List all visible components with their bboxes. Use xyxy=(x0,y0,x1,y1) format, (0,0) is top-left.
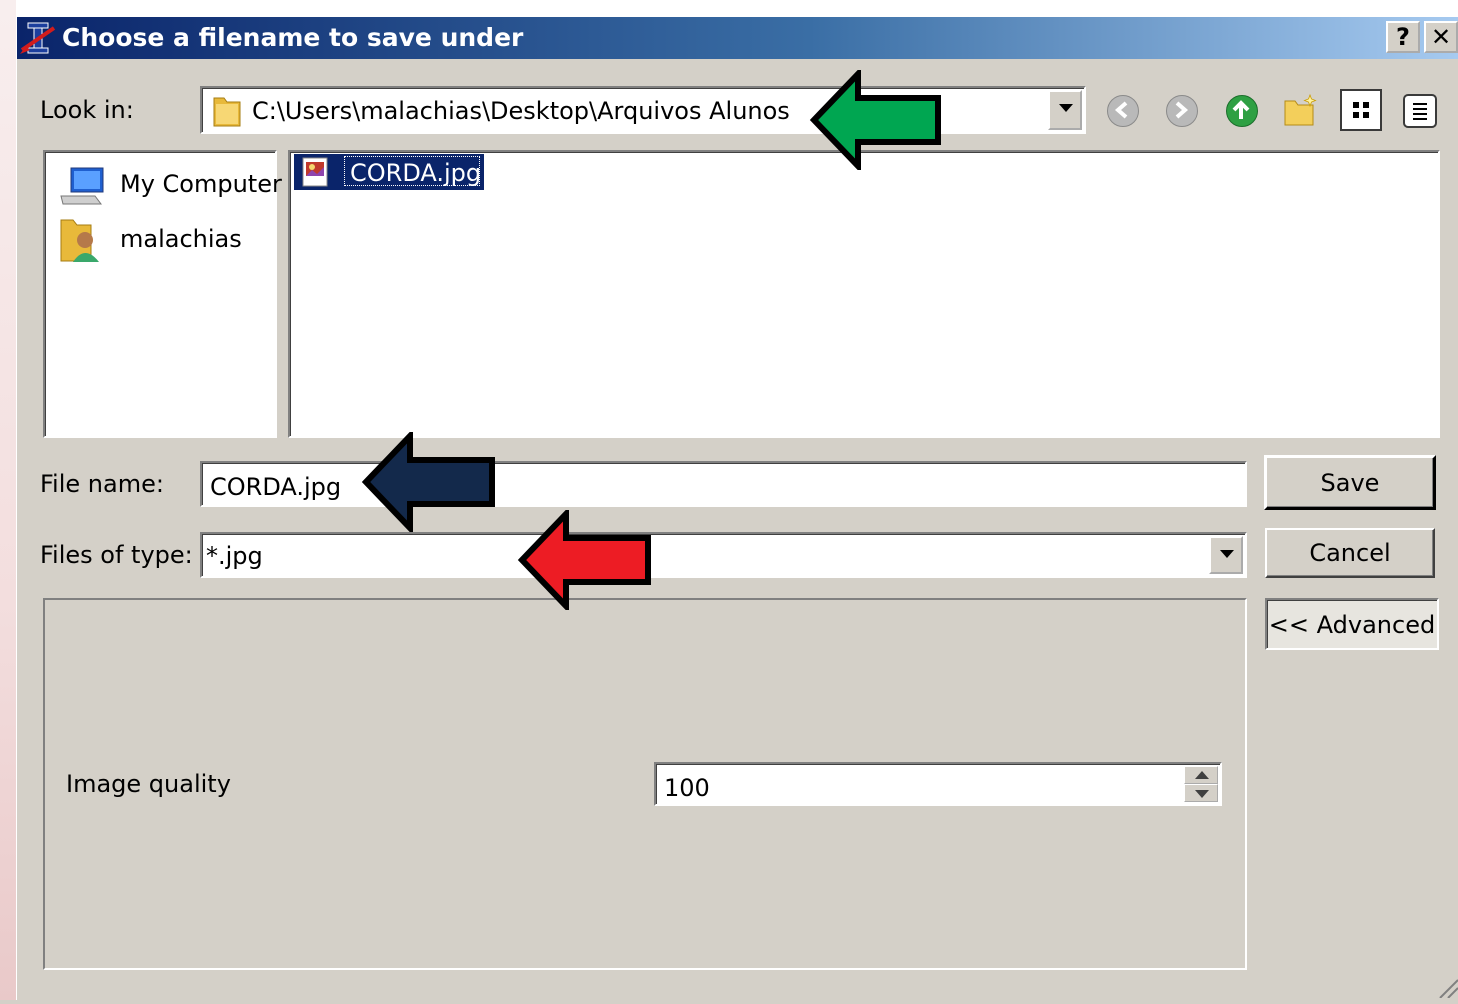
file-type-value: *.jpg xyxy=(206,542,263,570)
navy-arrow xyxy=(361,432,495,532)
detail-view-icon[interactable] xyxy=(1398,89,1440,131)
look-in-label: Look in: xyxy=(40,96,134,124)
sidebar-item-malachias[interactable]: malachias xyxy=(120,227,242,251)
red-arrow xyxy=(517,510,651,610)
green-arrow-shape xyxy=(809,70,941,170)
file-type-select[interactable]: *.jpg xyxy=(200,532,1247,578)
file-list[interactable]: CORDA.jpg xyxy=(288,150,1440,438)
file-type-label: Files of type: xyxy=(40,541,193,569)
file-name-input[interactable]: CORDA.jpg xyxy=(200,461,1247,507)
up-folder-icon[interactable] xyxy=(1224,93,1258,127)
green-arrow xyxy=(809,70,941,170)
file-name-value: CORDA.jpg xyxy=(210,473,342,501)
spin-up-button[interactable] xyxy=(1184,766,1218,784)
help-button[interactable]: ? xyxy=(1386,21,1420,53)
slide-background-left xyxy=(0,0,16,1000)
save-button[interactable]: Save xyxy=(1264,455,1436,510)
image-quality-label: Image quality xyxy=(66,770,231,798)
forward-icon[interactable] xyxy=(1164,93,1198,127)
computer-icon xyxy=(59,166,107,208)
spin-down-button[interactable] xyxy=(1184,784,1218,802)
look-in-combo[interactable]: C:\Users\malachias\Desktop\Arquivos Alun… xyxy=(200,86,1086,134)
file-type-dropdown-button[interactable] xyxy=(1209,536,1243,574)
folder-icon xyxy=(212,92,242,128)
red-arrow-shape xyxy=(517,510,651,610)
file-name-label: File name: xyxy=(40,470,164,498)
look-in-path: C:\Users\malachias\Desktop\Arquivos Alun… xyxy=(252,97,790,125)
window-title: Choose a filename to save under xyxy=(62,23,524,52)
sidebar-item-my-computer[interactable]: My Computer xyxy=(120,172,282,196)
app-icon xyxy=(20,20,56,56)
slide-background-top xyxy=(0,0,1458,16)
cancel-button[interactable]: Cancel xyxy=(1265,528,1435,578)
list-item[interactable]: CORDA.jpg xyxy=(294,154,484,190)
image-quality-spinbox[interactable]: 100 xyxy=(654,762,1222,806)
image-quality-value: 100 xyxy=(664,774,710,802)
advanced-button[interactable]: << Advanced xyxy=(1265,598,1439,650)
user-folder-icon xyxy=(59,216,107,264)
back-icon[interactable] xyxy=(1105,93,1139,127)
navy-arrow-shape xyxy=(361,432,495,532)
look-in-dropdown-button[interactable] xyxy=(1048,90,1082,130)
list-view-icon[interactable] xyxy=(1340,89,1382,131)
places-sidebar: My Computer malachias xyxy=(43,150,282,438)
resize-grip-icon[interactable] xyxy=(1430,970,1458,999)
file-name-label: CORDA.jpg xyxy=(350,159,482,187)
new-folder-icon[interactable] xyxy=(1283,93,1317,127)
close-button[interactable]: ✕ xyxy=(1424,21,1458,53)
image-file-icon xyxy=(300,156,332,188)
